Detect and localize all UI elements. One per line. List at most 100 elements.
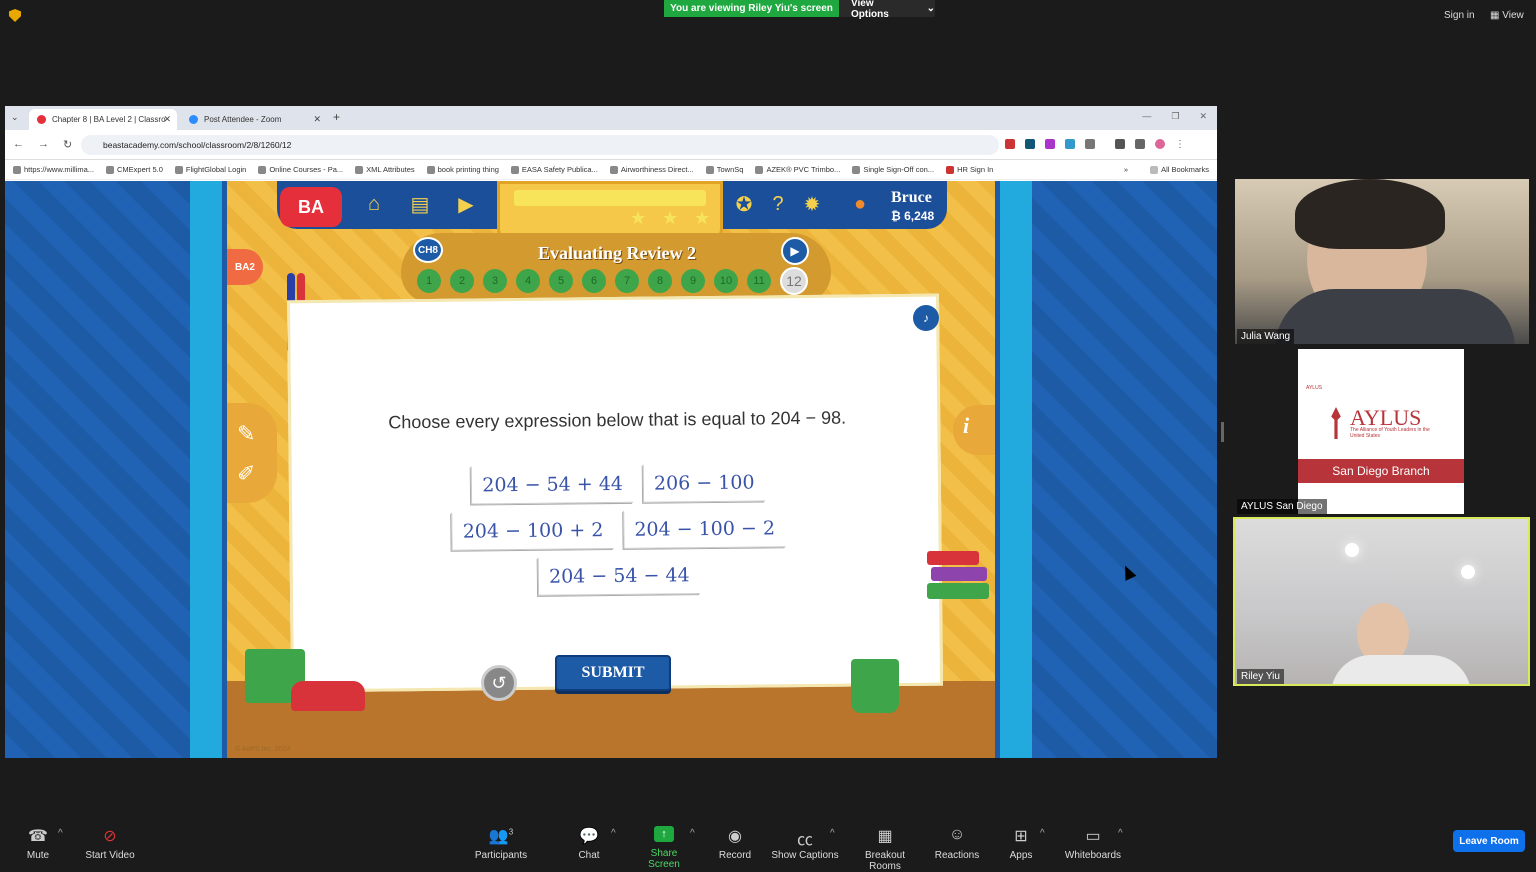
mute-button[interactable]: ☎ Mute [24, 826, 52, 861]
participant-video-tile-active[interactable]: Riley Yiu [1233, 517, 1530, 686]
breakout-rooms-button[interactable]: ▦ Breakout Rooms [848, 826, 922, 872]
problem-dot[interactable]: 3 [483, 269, 507, 293]
aylus-tagline: The Alliance of Youth Leaders in the Uni… [1350, 427, 1430, 439]
avatar-icon[interactable]: ● [847, 191, 873, 217]
whiteboards-button[interactable]: ▭ Whiteboards [1062, 826, 1124, 861]
ba-logo-button[interactable]: BA [280, 187, 342, 227]
problem-dot-current[interactable]: 12 [780, 267, 808, 295]
chevron-up-icon[interactable]: ^ [611, 828, 616, 839]
pencil-icon[interactable]: ✎ [237, 421, 255, 447]
profile-avatar-icon[interactable] [1155, 139, 1165, 149]
bookmark-item[interactable]: Online Courses - Pa... [258, 165, 343, 174]
back-icon[interactable]: ← [13, 138, 24, 151]
forward-icon[interactable]: → [38, 138, 49, 151]
answer-choice[interactable]: 206 − 100 [642, 463, 765, 503]
all-bookmarks-button[interactable]: All Bookmarks [1150, 165, 1209, 174]
chevron-up-icon[interactable]: ^ [690, 828, 695, 839]
menu-icon[interactable]: ⋮ [1175, 139, 1185, 150]
participants-button[interactable]: 👥3 Participants [474, 826, 528, 861]
sign-in-button[interactable]: Sign in [1444, 10, 1475, 21]
extension-icon[interactable] [1065, 139, 1075, 149]
star-icon: ★ [662, 208, 679, 228]
chevron-up-icon[interactable]: ^ [830, 828, 835, 839]
chevron-up-icon[interactable]: ^ [1040, 828, 1045, 839]
view-button[interactable]: ▦ View [1490, 10, 1524, 21]
video-icon[interactable]: ▶ [453, 191, 479, 217]
chevron-up-icon[interactable]: ^ [1118, 828, 1123, 839]
more-bookmarks-icon[interactable]: » [1124, 165, 1128, 174]
bookmark-item[interactable]: Single Sign-Off con... [852, 165, 934, 174]
apps-button[interactable]: ⊞ Apps [1008, 826, 1034, 861]
bookmark-item[interactable]: FlightGlobal Login [174, 165, 247, 174]
sidepanel-icon[interactable] [1135, 139, 1145, 149]
help-icon[interactable]: ? [765, 191, 791, 217]
bookmark-item[interactable]: TownSq [705, 165, 743, 174]
close-tab-icon[interactable]: ✕ [163, 114, 171, 125]
problem-dot[interactable]: 8 [648, 269, 672, 293]
answer-choice[interactable]: 204 − 54 + 44 [471, 464, 634, 505]
speaker-icon[interactable]: ♪ [913, 305, 939, 331]
close-tab-icon[interactable]: ✕ [313, 114, 321, 125]
undo-icon[interactable]: ↺ [481, 665, 517, 701]
leave-room-button[interactable]: Leave Room [1453, 830, 1525, 852]
google-icon[interactable] [1115, 139, 1125, 149]
bookmark-item[interactable]: HR Sign In [946, 165, 993, 174]
extension-icon[interactable] [1025, 139, 1035, 149]
bookmark-item[interactable]: Airworthiness Direct... [609, 165, 694, 174]
tab-label: Chapter 8 | BA Level 2 | Classro [52, 115, 166, 124]
tab-zoom[interactable]: Post Attendee - Zoom ✕ [181, 109, 327, 130]
problem-dot[interactable]: 6 [582, 269, 606, 293]
eraser-icon[interactable]: ✐ [237, 461, 255, 487]
bookmark-item[interactable]: book printing thing [426, 165, 499, 174]
bookmark-item[interactable]: https://www.millima... [13, 165, 94, 174]
problem-dot[interactable]: 2 [450, 269, 474, 293]
book-icon[interactable]: ▤ [407, 191, 433, 217]
url-input[interactable]: beastacademy.com/school/classroom/2/8/12… [81, 135, 999, 155]
play-icon[interactable]: ▶ [781, 237, 809, 265]
info-icon[interactable]: i [963, 413, 991, 441]
maximize-icon[interactable]: ❐ [1171, 111, 1179, 122]
tab-search-icon[interactable]: ⌄ [11, 112, 19, 123]
bookmark-item[interactable]: XML Attributes [355, 165, 415, 174]
bookmark-item[interactable]: EASA Safety Publica... [510, 165, 598, 174]
participant-video-tile[interactable]: Julia Wang [1235, 179, 1529, 344]
problem-dot[interactable]: 5 [549, 269, 573, 293]
award-icon[interactable]: ✪ [731, 191, 757, 217]
record-button[interactable]: ◉ Record [716, 826, 754, 861]
start-video-button[interactable]: ⊘ Start Video [80, 826, 140, 861]
problem-dot[interactable]: 11 [747, 269, 771, 293]
extension-icon[interactable] [1045, 139, 1055, 149]
extension-icon[interactable] [1005, 139, 1015, 149]
view-options-button[interactable]: View Options ⌄ [839, 0, 935, 20]
settings-icon[interactable]: ✹ [799, 191, 825, 217]
chapter-badge[interactable]: CH8 [413, 237, 443, 263]
puzzle-icon[interactable] [1085, 139, 1095, 149]
problem-dot[interactable]: 7 [615, 269, 639, 293]
answer-choice[interactable]: 204 − 54 − 44 [537, 556, 700, 596]
problem-dot[interactable]: 4 [516, 269, 540, 293]
resize-handle[interactable] [1221, 422, 1224, 442]
reload-icon[interactable]: ↻ [63, 138, 72, 151]
new-tab-icon[interactable]: + [333, 110, 340, 124]
chevron-up-icon[interactable]: ^ [58, 828, 63, 839]
reactions-button[interactable]: ☺ Reactions [934, 826, 980, 861]
submit-button[interactable]: SUBMIT [555, 655, 671, 691]
shield-icon[interactable] [9, 9, 21, 22]
answer-choice[interactable]: 204 − 100 − 2 [623, 509, 786, 549]
chat-button[interactable]: 💬 Chat [574, 826, 604, 861]
problem-dot[interactable]: 1 [417, 269, 441, 293]
tab-beast-academy[interactable]: Chapter 8 | BA Level 2 | Classro ✕ [29, 109, 177, 130]
bookmark-item[interactable]: AZEK® PVC Trimbo... [755, 165, 840, 174]
minimize-icon[interactable]: — [1142, 111, 1151, 122]
participant-video-tile[interactable]: AYLUS AYLUS The Alliance of Youth Leader… [1235, 349, 1529, 514]
bookmark-item[interactable]: CMExpert 5.0 [106, 165, 163, 174]
share-screen-button[interactable]: ↑ Share Screen [634, 826, 694, 870]
close-window-icon[interactable]: ✕ [1199, 111, 1207, 122]
answer-choice[interactable]: 204 − 100 + 2 [451, 511, 614, 551]
problem-dot[interactable]: 10 [714, 269, 738, 293]
problem-dot[interactable]: 9 [681, 269, 705, 293]
participant-shirt [1275, 289, 1515, 344]
home-icon[interactable]: ⌂ [361, 191, 387, 217]
user-name[interactable]: Bruce [891, 189, 932, 207]
bookmark-label: FlightGlobal Login [185, 165, 247, 174]
